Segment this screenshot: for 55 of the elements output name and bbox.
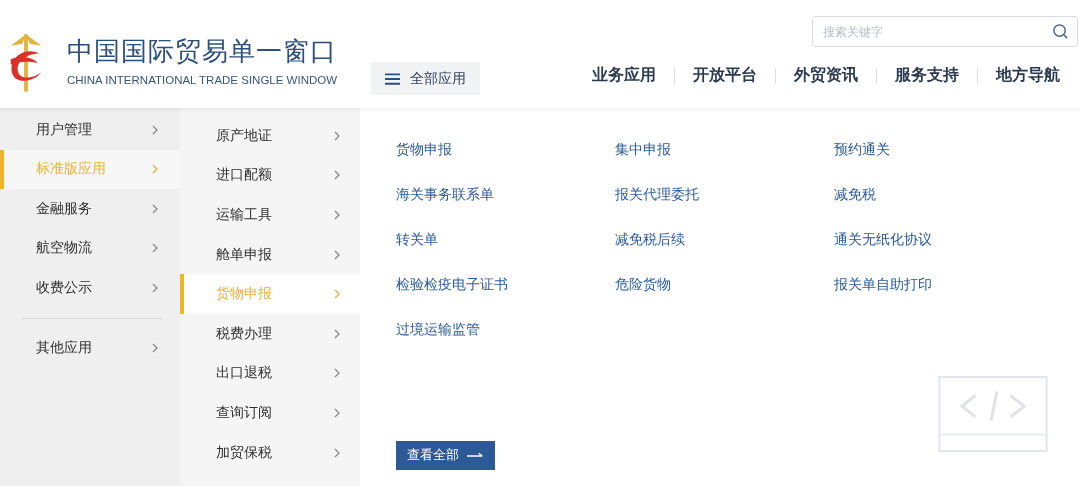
submenu-item[interactable]: 原产地证 xyxy=(180,116,360,156)
search-field[interactable]: 搜索关键字 xyxy=(812,16,1078,47)
arrow-icon xyxy=(466,451,485,460)
app-link[interactable]: 检验检疫电子证书 xyxy=(396,275,615,294)
view-all-button[interactable]: 查看全部 xyxy=(396,441,495,470)
chevron-icon xyxy=(152,282,158,293)
submenu-item[interactable]: 税费办理 xyxy=(180,313,360,354)
app-link[interactable]: 过境运输监管 xyxy=(396,320,615,339)
search-icon xyxy=(1052,23,1069,40)
submenu-item[interactable]: 查询订阅 xyxy=(180,393,360,433)
app-link[interactable]: 通关无纸化协议 xyxy=(834,230,1053,249)
sidebar-item[interactable]: 用户管理 xyxy=(0,110,180,150)
chevron-icon xyxy=(152,164,158,175)
nav-link[interactable]: 服务支持 xyxy=(895,65,959,86)
nav-link[interactable]: 外贸资讯 xyxy=(794,65,858,86)
chevron-icon xyxy=(152,203,158,214)
app-link[interactable]: 报关代理委托 xyxy=(615,185,834,204)
nav-link[interactable]: 业务应用 xyxy=(592,65,656,86)
chevron-icon xyxy=(152,343,158,354)
app-link[interactable]: 转关单 xyxy=(396,230,615,249)
site-title: 中国国际贸易单一窗口 xyxy=(67,36,338,66)
submenu-item[interactable]: 舱单申报 xyxy=(180,234,360,275)
app-link[interactable]: 报关单自助打印 xyxy=(834,275,1053,294)
sidebar-item[interactable]: 金融服务 xyxy=(0,189,180,229)
nav-link[interactable]: 开放平台 xyxy=(693,65,757,86)
submenu-item[interactable]: 加贸保税 xyxy=(180,432,360,473)
chevron-icon xyxy=(334,368,340,379)
site-subtitle: CHINA INTERNATIONAL TRADE SINGLE WINDOW xyxy=(67,74,338,86)
app-link[interactable]: 危险货物 xyxy=(615,275,834,294)
submenu-item[interactable]: 出口退税 xyxy=(180,353,360,394)
menu-icon xyxy=(385,72,401,85)
app-link[interactable]: 预约通关 xyxy=(834,140,1053,159)
chevron-icon xyxy=(334,170,340,181)
sidebar-item[interactable]: 其他应用 xyxy=(0,328,180,368)
app-link[interactable]: 海关事务联系单 xyxy=(396,185,615,204)
chevron-icon xyxy=(334,447,340,458)
chevron-icon xyxy=(334,407,340,418)
submenu-item[interactable]: 运输工具 xyxy=(180,195,360,235)
chevron-icon xyxy=(334,289,340,300)
chevron-icon xyxy=(334,210,340,220)
submenu-item[interactable]: 进口配额 xyxy=(180,155,360,196)
chevron-icon xyxy=(152,243,158,254)
all-apps-button[interactable]: 全部应用 xyxy=(371,62,481,95)
code-icon xyxy=(938,376,1048,454)
chevron-icon xyxy=(334,249,340,260)
nav-link[interactable]: 地方导航 xyxy=(996,65,1060,86)
chevron-icon xyxy=(334,130,340,141)
sidebar-item[interactable]: 航空物流 xyxy=(0,228,180,268)
chevron-icon xyxy=(152,124,158,135)
sidebar-item[interactable]: 收费公示 xyxy=(0,268,180,308)
app-link[interactable]: 集中申报 xyxy=(615,140,834,159)
app-link[interactable]: 减免税 xyxy=(834,185,1053,204)
app-link[interactable]: 减免税后续 xyxy=(615,230,834,249)
app-link[interactable]: 货物申报 xyxy=(396,140,615,159)
chevron-icon xyxy=(334,328,340,339)
